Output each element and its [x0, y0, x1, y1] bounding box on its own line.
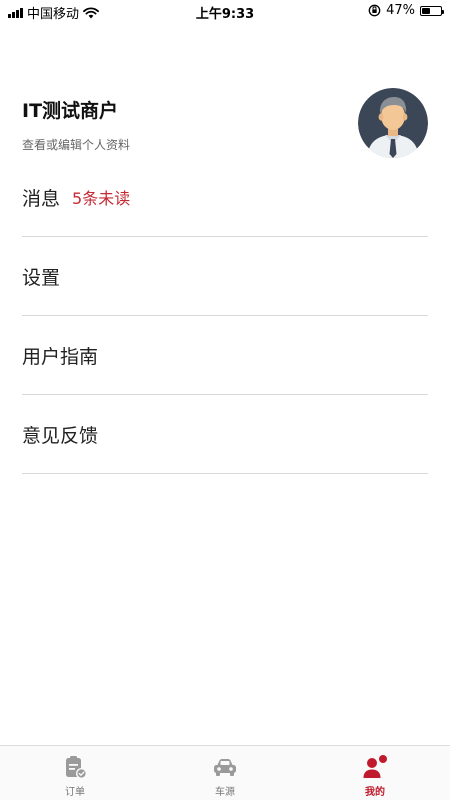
unread-count-badge: 5条未读: [72, 189, 131, 208]
car-icon: [214, 759, 236, 776]
tab-mine[interactable]: 我的: [300, 746, 450, 800]
edit-profile-link[interactable]: 查看或编辑个人资料: [22, 136, 130, 153]
menu-item-user-guide[interactable]: 用户指南: [22, 316, 428, 395]
tab-car-source[interactable]: 车源: [150, 746, 300, 800]
battery-percentage: 47%: [386, 3, 415, 18]
tab-mine-label: 我的: [365, 787, 385, 798]
tab-orders[interactable]: 订单: [0, 746, 150, 800]
businessman-avatar-icon: [358, 88, 428, 158]
orientation-lock-icon: [368, 4, 381, 17]
user-guide-label: 用户指南: [22, 345, 99, 368]
battery-level-fill: [422, 7, 431, 14]
user-profile-icon: [363, 755, 387, 778]
status-bar: 中国移动 上午9:33 47%: [0, 0, 450, 24]
status-right: 47%: [368, 3, 444, 18]
messages-label: 消息: [22, 187, 61, 210]
bottom-tab-bar: 订单 车源 我的: [0, 745, 450, 800]
menu-item-feedback[interactable]: 意见反馈: [22, 395, 428, 474]
menu-item-settings[interactable]: 设置: [22, 237, 428, 316]
tab-car-source-label: 车源: [215, 787, 235, 798]
avatar[interactable]: [358, 88, 428, 158]
tab-orders-label: 订单: [65, 787, 85, 798]
feedback-label: 意见反馈: [22, 424, 99, 447]
order-clipboard-icon: [66, 756, 88, 780]
settings-label: 设置: [22, 266, 61, 289]
menu-list: 消息 5条未读 设置 用户指南 意见反馈: [22, 158, 428, 474]
profile-header[interactable]: IT测试商户 查看或编辑个人资料: [22, 88, 428, 168]
merchant-name: IT测试商户: [22, 100, 119, 122]
battery-icon: [420, 5, 444, 16]
menu-item-messages[interactable]: 消息 5条未读: [22, 158, 428, 237]
